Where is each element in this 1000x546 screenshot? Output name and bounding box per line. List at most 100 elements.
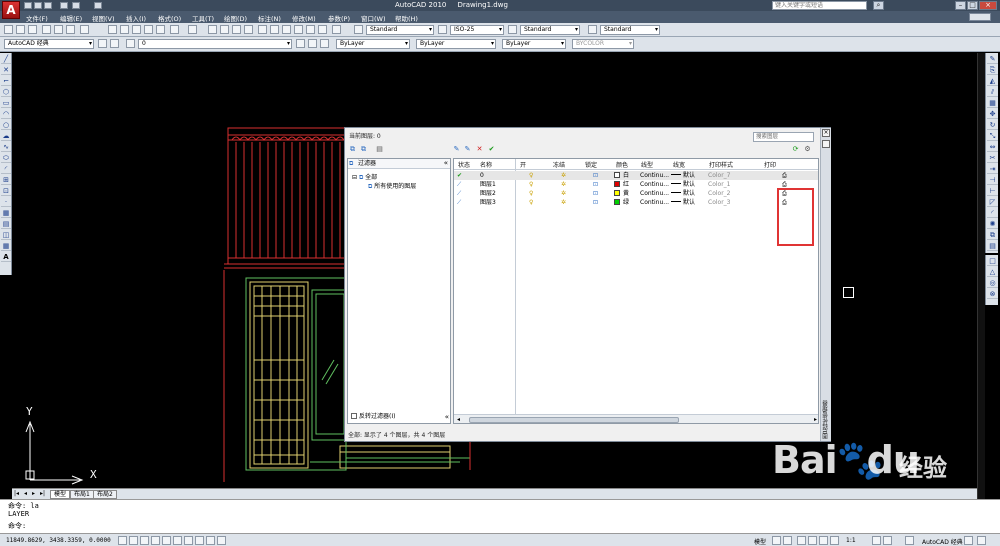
redo-icon[interactable] (72, 2, 80, 9)
layer-row[interactable]: ✔ 0 ♀ ✲ ⊡ 白 Continu... 默认 Color_7 ⎙ (454, 171, 818, 180)
lock-icon[interactable] (964, 536, 973, 545)
lineweight-select[interactable]: ByLayer (502, 39, 566, 49)
new-property-filter-icon[interactable]: ⧉ (348, 145, 357, 153)
rectangle-icon[interactable]: ▭ (1, 99, 11, 108)
zoom-realtime-icon[interactable] (220, 25, 229, 34)
restore-button[interactable]: □ (967, 1, 978, 10)
new-icon[interactable] (24, 2, 32, 9)
layer-name[interactable]: 图层3 (480, 198, 496, 207)
tab-first-icon[interactable]: |◂ (14, 490, 19, 497)
design-center-icon[interactable] (270, 25, 279, 34)
plot-icon[interactable] (94, 2, 102, 9)
autohide-icon[interactable] (822, 140, 830, 148)
search-icon[interactable]: ⌕ (873, 1, 884, 10)
layer-previous-icon[interactable] (308, 39, 317, 48)
layer-color[interactable]: 黄 (614, 189, 629, 198)
mtext-icon[interactable]: A (1, 253, 11, 262)
col-color[interactable]: 颜色 (616, 160, 628, 169)
layer-lineweight[interactable]: 默认 (671, 180, 695, 189)
close-button[interactable]: × (979, 1, 997, 10)
showmotion-icon[interactable] (830, 536, 839, 545)
layer-row[interactable]: ⟋ 图层3 ♀ ✲ ⊡ 绿 Continu... 默认 Color_3 ⎙ (454, 198, 818, 207)
hatch-edit-icon[interactable]: ▤ (987, 242, 998, 251)
tab-model[interactable]: 模型 (50, 490, 71, 499)
snap-node-icon[interactable]: ⊗ (987, 290, 998, 299)
set-current-icon[interactable]: ✔ (487, 145, 496, 153)
draw-order-icon[interactable]: ⧉ (987, 231, 998, 240)
properties-icon[interactable] (258, 25, 267, 34)
refresh-icon[interactable]: ⟳ (791, 145, 800, 153)
menu-view[interactable]: 视图(V) (92, 13, 115, 23)
3dprint-icon[interactable] (80, 25, 89, 34)
stretch-icon[interactable]: ⇔ (987, 143, 998, 152)
revcloud-icon[interactable]: ☁ (1, 132, 11, 141)
undo-icon[interactable] (60, 2, 68, 9)
publish-icon[interactable] (66, 25, 75, 34)
move-icon[interactable]: ✥ (987, 110, 998, 119)
new-group-filter-icon[interactable]: ⧉ (359, 145, 368, 153)
printer-icon[interactable]: ⎙ (782, 171, 787, 180)
join-icon[interactable]: ⊢ (987, 187, 998, 196)
layer-row[interactable]: ⟋ 图层1 ♀ ✲ ⊡ 红 Continu... 默认 Color_1 ⎙ (454, 180, 818, 189)
annotation-scale[interactable]: 1:1 (846, 537, 856, 544)
command-prompt[interactable]: 命令: (8, 521, 26, 531)
workspace-select[interactable]: AutoCAD 经典 (4, 39, 94, 49)
make-block-icon[interactable]: ⊡ (1, 187, 11, 196)
tab-layout1[interactable]: 布局1 (70, 490, 94, 499)
table-style-icon[interactable] (508, 25, 517, 34)
menu-modify[interactable]: 修改(M) (292, 13, 316, 23)
plot-icon[interactable] (42, 25, 51, 34)
steering-wheel-icon[interactable] (819, 536, 828, 545)
unlock-icon[interactable]: ⊡ (593, 180, 598, 189)
ellipse-arc-icon[interactable]: ◜ (1, 165, 11, 174)
tool-palettes-icon[interactable] (282, 25, 291, 34)
layer-lineweight[interactable]: 默认 (671, 189, 695, 198)
bulb-on-icon[interactable]: ♀ (529, 189, 533, 198)
clean-screen-icon[interactable] (977, 536, 986, 545)
sun-thaw-icon[interactable]: ✲ (561, 171, 566, 180)
mirror-icon[interactable]: ◭ (987, 77, 998, 86)
unlock-icon[interactable]: ⊡ (593, 189, 598, 198)
bulb-on-icon[interactable]: ♀ (529, 198, 533, 207)
mleader-style-select[interactable]: Standard (600, 25, 660, 35)
col-on[interactable]: 开 (520, 160, 526, 169)
offset-icon[interactable]: ⫽ (987, 88, 998, 97)
delete-layer-icon[interactable]: ✕ (475, 145, 484, 153)
scroll-left-icon[interactable]: ◂ (457, 416, 460, 423)
scroll-thumb[interactable] (469, 417, 679, 423)
workspace-switch-icon[interactable] (905, 536, 914, 545)
quickcalc-icon[interactable] (318, 25, 327, 34)
hatch-icon[interactable]: ▦ (1, 209, 11, 218)
bulb-on-icon[interactable]: ♀ (529, 171, 533, 180)
object-snap-tracking-icon[interactable] (184, 536, 193, 545)
layer-name[interactable]: 图层1 (480, 180, 496, 189)
save-icon[interactable] (44, 2, 52, 9)
layer-color[interactable]: 红 (614, 180, 629, 189)
scroll-right-icon[interactable]: ▸ (814, 416, 817, 423)
text-style-select[interactable]: Standard (366, 25, 434, 35)
layer-color[interactable]: 绿 (614, 198, 629, 207)
trim-icon[interactable]: ✂ (987, 154, 998, 163)
cut-icon[interactable] (108, 25, 117, 34)
quick-view-drawings-icon[interactable] (783, 536, 792, 545)
construction-line-icon[interactable]: ✕ (1, 66, 11, 75)
pan-icon[interactable] (208, 25, 217, 34)
plotstyle-select[interactable]: BYCOLOR (572, 39, 634, 49)
circle-icon[interactable]: ○ (1, 121, 11, 130)
undo-icon[interactable] (170, 25, 179, 34)
polygon-icon[interactable]: ⬡ (1, 88, 11, 97)
scale-icon[interactable]: ⤡ (987, 132, 998, 141)
new-icon[interactable] (4, 25, 13, 34)
zoom-icon[interactable] (808, 536, 817, 545)
snap-midpoint-icon[interactable]: △ (987, 268, 998, 277)
layer-linetype[interactable]: Continu... (640, 171, 669, 180)
menu-insert[interactable]: 插入(I) (126, 13, 146, 23)
save-icon[interactable] (28, 25, 37, 34)
insert-block-icon[interactable]: ⊞ (1, 176, 11, 185)
menu-help[interactable]: 帮助(H) (395, 13, 418, 23)
menu-file[interactable]: 文件(F) (26, 13, 48, 23)
tab-last-icon[interactable]: ▸| (40, 490, 45, 497)
menu-dimension[interactable]: 标注(N) (258, 13, 281, 23)
layer-name[interactable]: 图层2 (480, 189, 496, 198)
sun-thaw-icon[interactable]: ✲ (561, 180, 566, 189)
